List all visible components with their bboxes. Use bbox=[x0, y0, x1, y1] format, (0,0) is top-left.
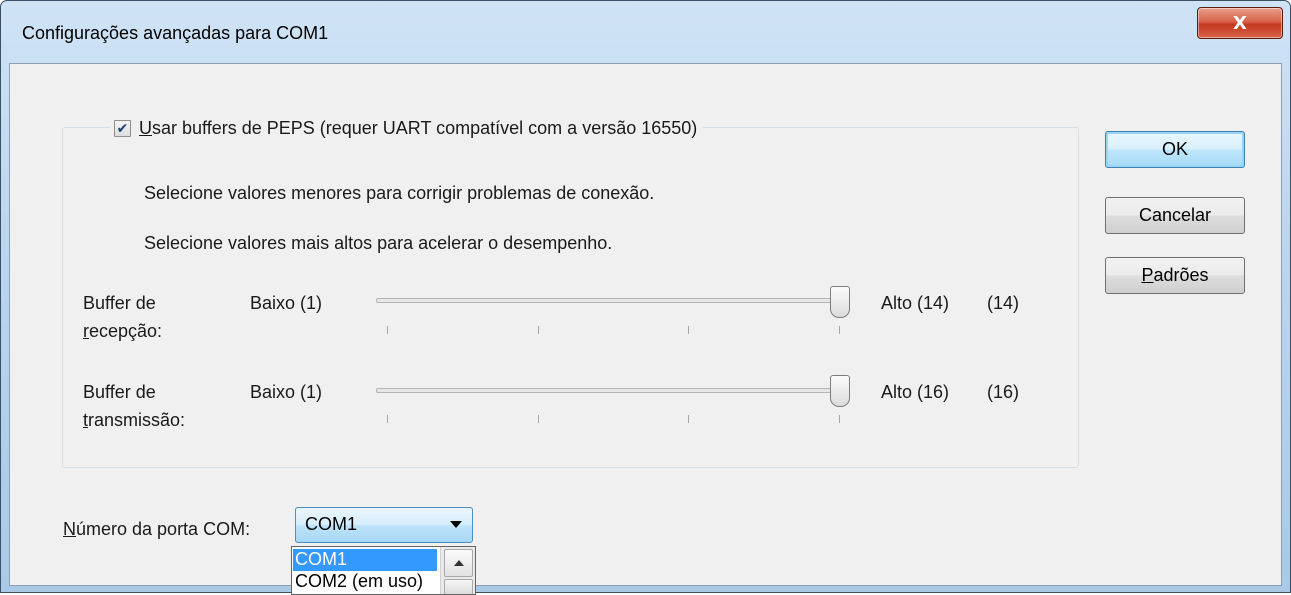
close-button[interactable]: X bbox=[1197, 7, 1283, 39]
port-number-selected: COM1 bbox=[305, 514, 358, 534]
port-number-label: Número da porta COM: bbox=[63, 519, 251, 539]
receive-slider-tick bbox=[688, 326, 689, 334]
dropdown-scrollbar[interactable] bbox=[440, 547, 475, 594]
receive-buffer-label-line2: recepção: bbox=[83, 321, 163, 341]
receive-buffer-label-line1: Buffer de bbox=[83, 293, 156, 313]
receive-buffer-value: (14) bbox=[987, 293, 1020, 313]
dialog-window: Configurações avançadas para COM1 X ✔ Us… bbox=[0, 0, 1291, 593]
close-icon: X bbox=[1233, 12, 1247, 34]
receive-buffer-low-label: Baixo (1) bbox=[250, 293, 323, 313]
hint-lower-values: Selecione valores menores para corrigir … bbox=[144, 183, 655, 203]
fifo-checkbox-label: Usar buffers de PEPS (requer UART compat… bbox=[139, 117, 698, 138]
hint-higher-values: Selecione valores mais altos para aceler… bbox=[144, 233, 613, 253]
port-number-dropdown-list: COM1 COM2 (em uso) bbox=[291, 546, 476, 595]
port-option-com1[interactable]: COM1 bbox=[293, 549, 437, 571]
arrow-up-icon bbox=[453, 560, 464, 566]
receive-slider-tick bbox=[839, 326, 840, 334]
transmit-buffer-label-line2: transmissão: bbox=[83, 410, 186, 430]
fifo-checkbox[interactable]: ✔ bbox=[114, 119, 131, 137]
port-number-combobox[interactable]: COM1 bbox=[295, 507, 473, 543]
dialog-client-area: ✔ Usar buffers de PEPS (requer UART comp… bbox=[9, 63, 1282, 586]
receive-buffer-high-label: Alto (14) bbox=[881, 293, 950, 313]
ok-button[interactable]: OK bbox=[1105, 131, 1245, 168]
transmit-slider-tick bbox=[538, 415, 539, 423]
receive-buffer-slider-thumb[interactable] bbox=[830, 286, 850, 318]
scroll-up-button[interactable] bbox=[444, 549, 473, 577]
cancel-button[interactable]: Cancelar bbox=[1105, 197, 1245, 234]
transmit-buffer-slider-thumb[interactable] bbox=[830, 375, 850, 407]
checkmark-icon: ✔ bbox=[116, 120, 129, 136]
transmit-slider-tick bbox=[839, 415, 840, 423]
transmit-buffer-high-label: Alto (16) bbox=[881, 382, 950, 402]
window-title: Configurações avançadas para COM1 bbox=[22, 23, 329, 43]
receive-slider-tick bbox=[538, 326, 539, 334]
chevron-down-icon[interactable] bbox=[450, 521, 462, 528]
transmit-buffer-label-line1: Buffer de bbox=[83, 382, 156, 402]
transmit-buffer-slider-track[interactable] bbox=[376, 388, 840, 393]
transmit-slider-tick bbox=[387, 415, 388, 423]
defaults-button[interactable]: Padrões bbox=[1105, 257, 1245, 294]
receive-buffer-slider-track[interactable] bbox=[376, 298, 840, 303]
receive-slider-tick bbox=[387, 326, 388, 334]
fifo-checkbox-row[interactable]: ✔ Usar buffers de PEPS (requer UART comp… bbox=[110, 117, 704, 139]
transmit-buffer-low-label: Baixo (1) bbox=[250, 382, 323, 402]
port-option-com2[interactable]: COM2 (em uso) bbox=[293, 571, 437, 593]
transmit-buffer-value: (16) bbox=[987, 382, 1020, 402]
transmit-slider-tick bbox=[688, 415, 689, 423]
